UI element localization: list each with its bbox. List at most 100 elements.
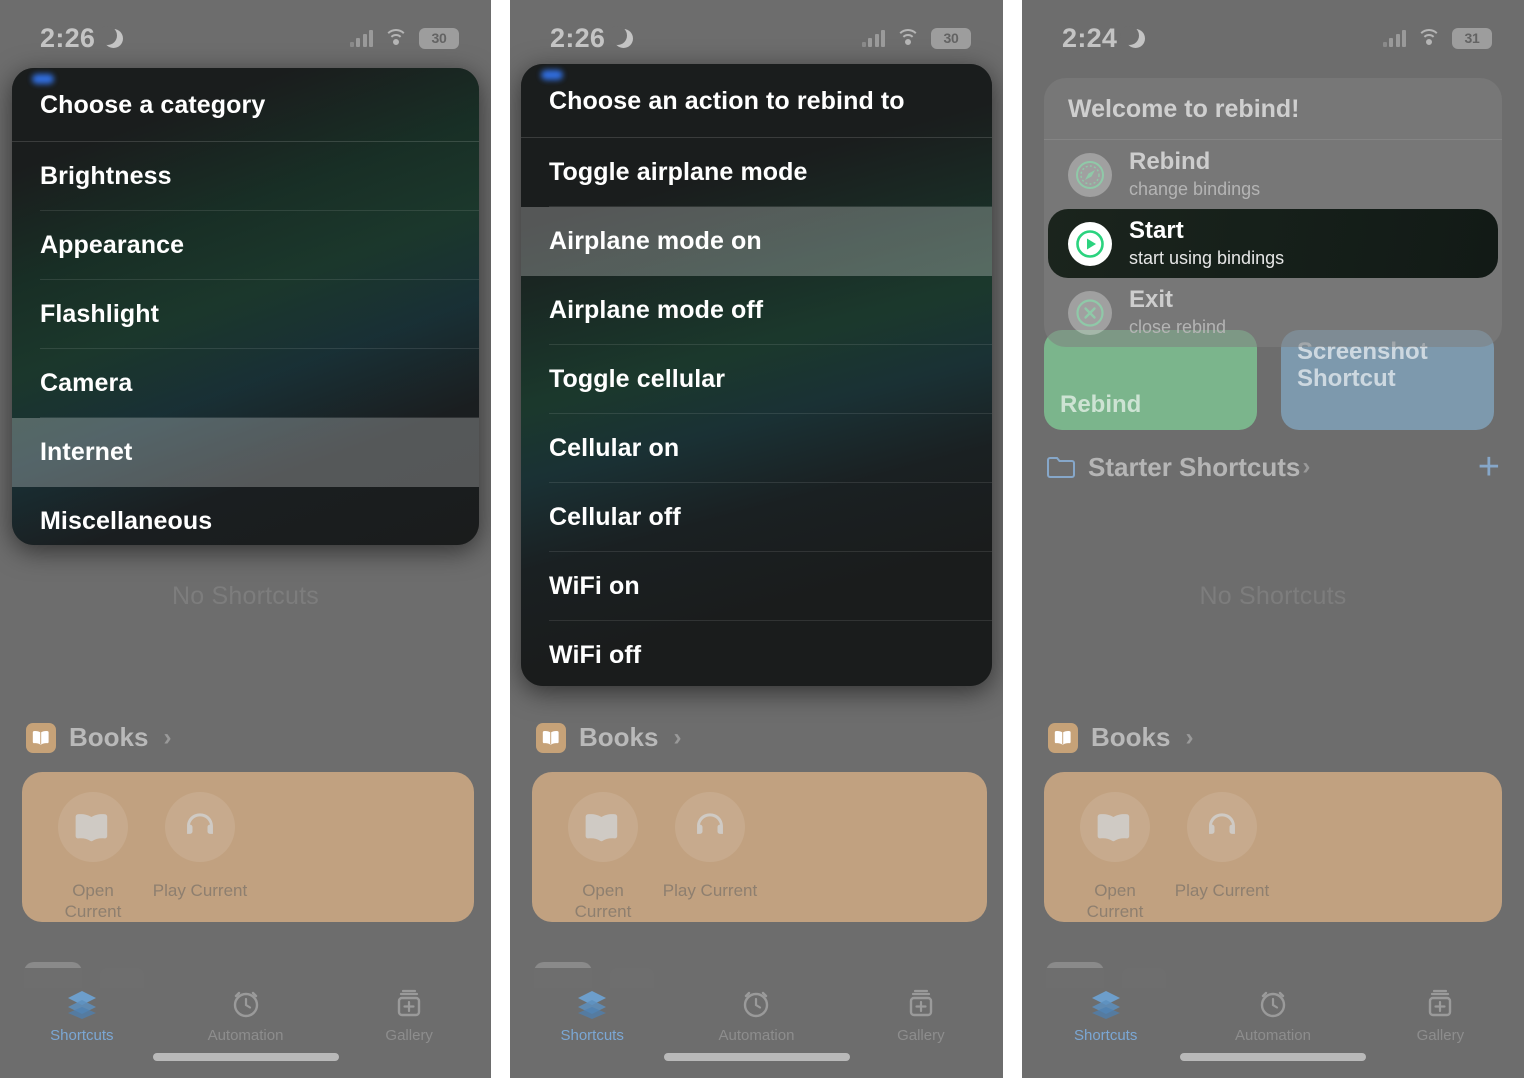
status-left: 2:26 bbox=[550, 23, 634, 54]
menu-item-airplane-mode-off[interactable]: Airplane mode off bbox=[521, 276, 992, 345]
chevron-right-icon: › bbox=[1185, 723, 1194, 751]
menu-item-miscellaneous[interactable]: Miscellaneous bbox=[12, 487, 479, 545]
home-indicator bbox=[152, 1053, 339, 1061]
screenshot-strip: 2:26 30 No Shortcuts Books › Open Curren… bbox=[0, 0, 1524, 1078]
shortcut-action-play-current[interactable]: Play Current bbox=[662, 792, 758, 901]
wifi-icon bbox=[1417, 29, 1441, 47]
menu-item-cellular-off[interactable]: Cellular off bbox=[521, 483, 992, 552]
tab-automation[interactable]: Automation bbox=[1189, 986, 1356, 1044]
dialog-row-title: Exit bbox=[1129, 286, 1174, 314]
empty-state-label: No Shortcuts bbox=[172, 582, 319, 610]
plus-icon[interactable]: + bbox=[1478, 448, 1500, 486]
status-bar: 2:26 30 bbox=[0, 0, 491, 62]
moon-icon bbox=[1120, 25, 1146, 48]
home-indicator bbox=[663, 1053, 850, 1061]
menu-item-cellular-on[interactable]: Cellular on bbox=[521, 414, 992, 483]
books-shortcut-card[interactable]: Open Current Play Current bbox=[1044, 772, 1502, 922]
phone-panel-1: 2:26 30 No Shortcuts Books › Open Curren… bbox=[0, 0, 491, 1078]
layers-icon bbox=[65, 986, 99, 1022]
shortcut-action-label: Play Current bbox=[152, 881, 248, 900]
books-app-icon bbox=[536, 722, 566, 753]
dialog-row-subtitle: close rebind bbox=[1129, 317, 1227, 338]
menu-item-wifi-on[interactable]: WiFi on bbox=[521, 552, 992, 621]
menu-item-camera[interactable]: Camera bbox=[12, 349, 479, 418]
status-time: 2:26 bbox=[40, 22, 96, 53]
panel-divider-1 bbox=[491, 0, 510, 1078]
status-bar: 2:26 30 bbox=[510, 0, 1003, 62]
tab-label: Gallery bbox=[1416, 1027, 1465, 1044]
shortcut-action-play-current[interactable]: Play Current bbox=[1174, 792, 1270, 901]
dialog-row-rebind[interactable]: Rebind change bindings bbox=[1044, 140, 1502, 209]
menu-item-appearance[interactable]: Appearance bbox=[12, 211, 479, 280]
tab-label: Gallery bbox=[385, 1027, 433, 1044]
books-title: Books bbox=[1091, 722, 1171, 752]
tab-shortcuts[interactable]: Shortcuts bbox=[1022, 986, 1189, 1044]
menu-item-brightness[interactable]: Brightness bbox=[12, 142, 479, 211]
cellular-bars-icon bbox=[349, 29, 373, 47]
welcome-dialog: Welcome to rebind! Rebind change binding… bbox=[1044, 78, 1502, 347]
books-shortcut-card[interactable]: Open Current Play Current bbox=[22, 772, 474, 922]
shortcut-action-open-current[interactable]: Open Current bbox=[555, 792, 651, 922]
headphones-icon bbox=[165, 792, 235, 862]
open-book-icon bbox=[568, 792, 638, 862]
books-title: Books bbox=[69, 722, 149, 752]
tab-automation[interactable]: Automation bbox=[164, 986, 328, 1044]
battery-indicator: 31 bbox=[1452, 27, 1492, 49]
tab-gallery[interactable]: Gallery bbox=[327, 986, 491, 1044]
shortcut-action-play-current[interactable]: Play Current bbox=[152, 792, 248, 901]
shortcut-action-label: Play Current bbox=[1174, 881, 1270, 900]
status-left: 2:26 bbox=[40, 22, 124, 54]
dialog-row-title: Start bbox=[1129, 217, 1184, 245]
tab-gallery[interactable]: Gallery bbox=[839, 986, 1003, 1044]
menu-item-wifi-off[interactable]: WiFi off bbox=[521, 621, 992, 686]
gallery-icon bbox=[1424, 986, 1456, 1022]
tab-label: Shortcuts bbox=[1073, 1027, 1138, 1044]
moon-icon bbox=[98, 25, 124, 48]
menu-header: Choose an action to rebind to bbox=[521, 64, 992, 138]
menu-header: Choose a category bbox=[12, 68, 479, 142]
menu-item-internet[interactable]: Internet bbox=[12, 418, 479, 487]
menu-item-flashlight[interactable]: Flashlight bbox=[12, 280, 479, 349]
clock-icon bbox=[1257, 986, 1289, 1022]
status-right: 30 bbox=[861, 27, 971, 49]
tab-label: Shortcuts bbox=[560, 1027, 624, 1044]
action-context-menu: Choose an action to rebind to Toggle air… bbox=[521, 64, 992, 686]
books-section-header[interactable]: Books › bbox=[1048, 722, 1193, 753]
menu-item-toggle-cellular[interactable]: Toggle cellular bbox=[521, 345, 992, 414]
tab-bar: Shortcuts Automation Gallery bbox=[510, 968, 1003, 1078]
gallery-icon bbox=[393, 986, 425, 1022]
menu-item-toggle-airplane-mode[interactable]: Toggle airplane mode bbox=[521, 138, 992, 207]
menu-items: Choose a category Brightness Appearance … bbox=[12, 68, 479, 545]
category-context-menu: Choose a category Brightness Appearance … bbox=[12, 68, 479, 545]
tab-label: Automation bbox=[718, 1027, 795, 1044]
dialog-header: Welcome to rebind! bbox=[1044, 78, 1502, 140]
dialog-row-start[interactable]: Start start using bindings bbox=[1048, 209, 1498, 278]
tab-label: Automation bbox=[207, 1027, 284, 1044]
phone-panel-3: 2:24 31 Rebind Screenshot Shortcut Start… bbox=[1022, 0, 1524, 1078]
tab-gallery[interactable]: Gallery bbox=[1357, 986, 1524, 1044]
dialog-row-text: Exit close rebind bbox=[1129, 286, 1227, 338]
tab-shortcuts[interactable]: Shortcuts bbox=[510, 986, 674, 1044]
moon-icon bbox=[608, 25, 634, 48]
books-section-header[interactable]: Books › bbox=[536, 722, 681, 753]
books-shortcut-card[interactable]: Open Current Play Current bbox=[532, 772, 987, 922]
shortcut-action-open-current[interactable]: Open Current bbox=[45, 792, 141, 922]
status-right: 31 bbox=[1382, 27, 1492, 49]
starter-shortcuts-row[interactable]: Starter Shortcuts › + bbox=[1046, 448, 1500, 486]
dialog-row-exit[interactable]: Exit close rebind bbox=[1044, 278, 1502, 347]
status-right: 30 bbox=[349, 27, 459, 49]
tab-bar: Shortcuts Automation Gallery bbox=[0, 968, 491, 1078]
tab-label: Gallery bbox=[897, 1027, 945, 1044]
phone-panel-2: 2:26 30 No Shortcuts Books › Open Curr bbox=[510, 0, 1003, 1078]
tab-shortcuts[interactable]: Shortcuts bbox=[0, 986, 164, 1044]
panel-divider-2 bbox=[1003, 0, 1022, 1078]
battery-indicator: 30 bbox=[931, 27, 971, 49]
shortcut-action-open-current[interactable]: Open Current bbox=[1067, 792, 1163, 922]
menu-item-airplane-mode-on[interactable]: Airplane mode on bbox=[521, 207, 992, 276]
layers-icon bbox=[1089, 986, 1123, 1022]
books-app-icon bbox=[26, 722, 56, 753]
tab-label: Automation bbox=[1235, 1027, 1311, 1044]
tab-automation[interactable]: Automation bbox=[674, 986, 838, 1044]
books-section-header[interactable]: Books › bbox=[26, 722, 171, 753]
dialog-row-text: Start start using bindings bbox=[1129, 217, 1284, 269]
